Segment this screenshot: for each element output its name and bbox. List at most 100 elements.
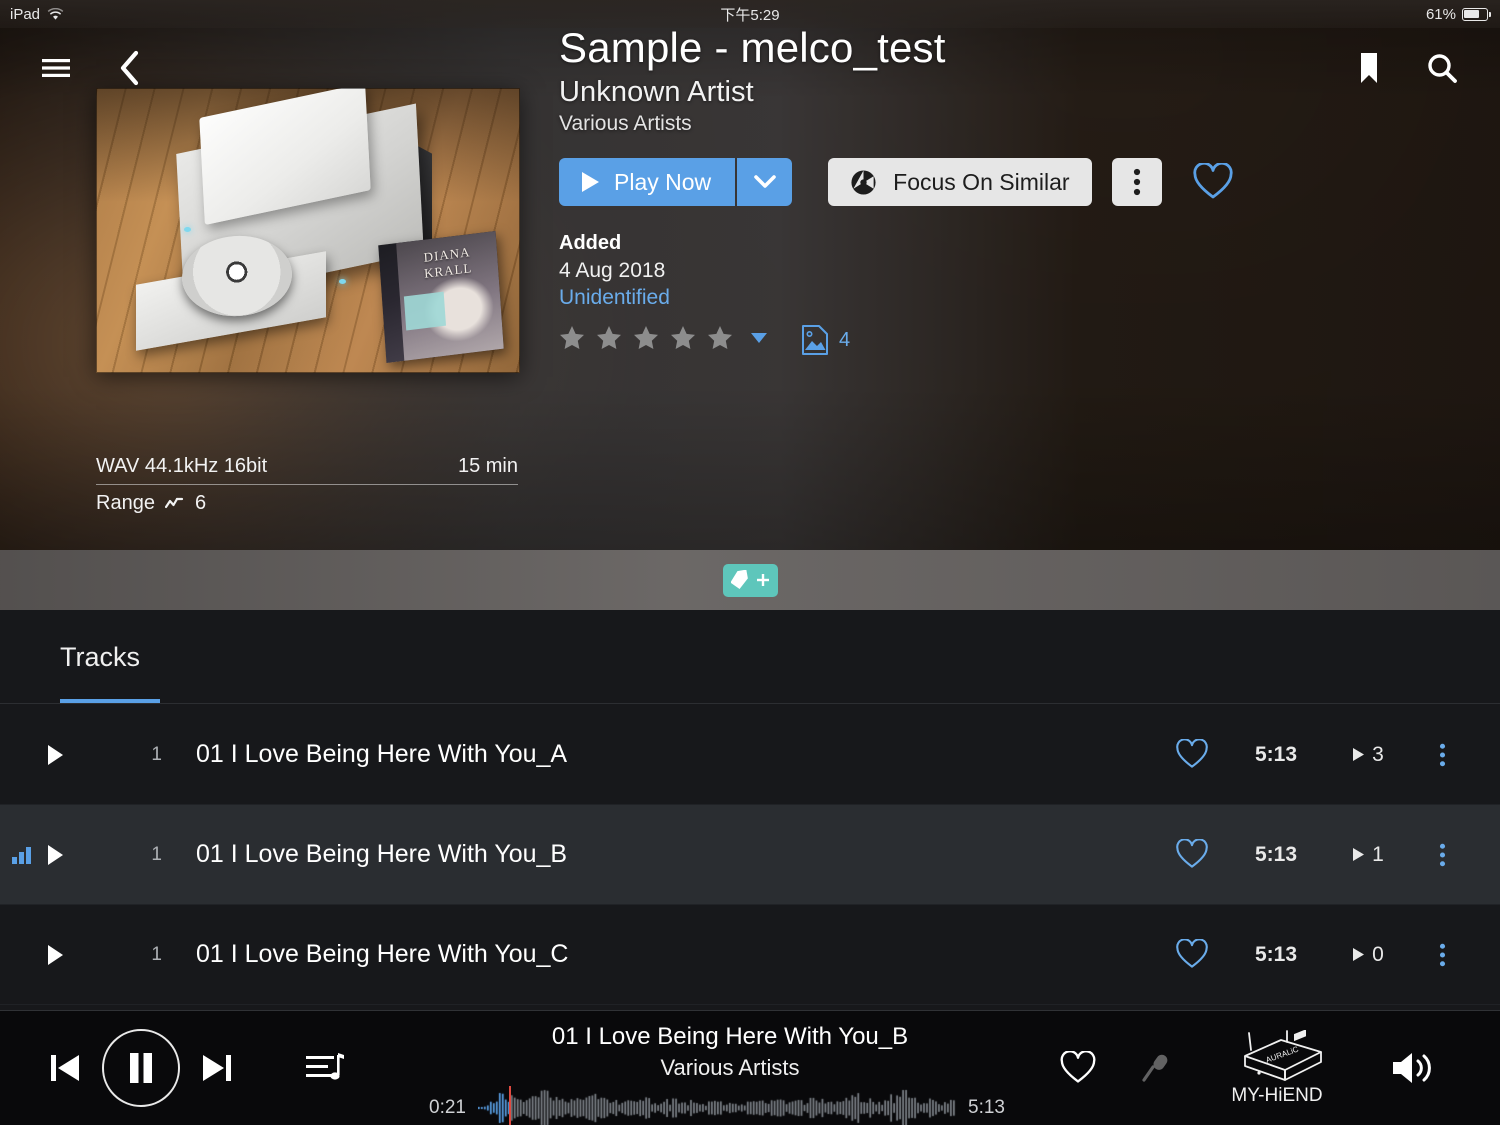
heart-outline-icon: [1176, 839, 1208, 868]
waveform-scrubber[interactable]: [478, 1086, 956, 1125]
album-cover-art[interactable]: DIANA KRALL: [96, 88, 520, 373]
output-device-button[interactable]: AURALiC MY-HiEND: [1192, 1029, 1362, 1107]
album-more-menu-button[interactable]: [1111, 158, 1162, 207]
track-play-count: 1: [1322, 843, 1414, 867]
row-play-icon[interactable]: [0, 744, 110, 766]
play-now-button[interactable]: Play Now: [559, 158, 736, 207]
triangle-down-icon[interactable]: [750, 331, 768, 349]
album-photos-button[interactable]: 4: [800, 324, 850, 356]
previous-track-button[interactable]: [34, 1051, 96, 1085]
focus-on-similar-label: Focus On Similar: [893, 168, 1070, 195]
track-favorite-button[interactable]: [1154, 839, 1230, 870]
now-playing-info: 01 I Love Being Here With You_B Various …: [420, 1023, 1040, 1125]
added-label: Added: [559, 232, 622, 255]
top-navigation-bar: [0, 28, 1500, 108]
plus-icon: [756, 574, 769, 586]
now-playing-title: 01 I Love Being Here With You_B: [551, 1023, 909, 1050]
top-nav-actions: [1358, 52, 1500, 84]
track-duration: 5:13: [1254, 942, 1298, 966]
heart-outline-icon: [1060, 1051, 1096, 1083]
identification-status-link[interactable]: Unidentified: [559, 286, 1319, 310]
track-title[interactable]: 01 I Love Being Here With You_C: [196, 940, 568, 969]
rating-star[interactable]: [559, 325, 585, 355]
table-row[interactable]: 1 01 I Love Being Here With You_A 5:13 3: [0, 705, 1500, 805]
hamburger-menu-icon[interactable]: [40, 53, 72, 83]
track-more-menu-button[interactable]: [1414, 741, 1470, 769]
vertical-dots-icon: [1439, 943, 1445, 966]
volume-button[interactable]: [1362, 1049, 1462, 1087]
track-more-menu-button[interactable]: [1414, 941, 1470, 969]
tab-tracks[interactable]: Tracks: [60, 610, 140, 705]
track-duration: 5:13: [1254, 742, 1298, 766]
album-favorite-button[interactable]: [1192, 163, 1234, 201]
format-row: WAV 44.1kHz 16bit 15 min: [96, 455, 518, 485]
audio-format-label: WAV 44.1kHz 16bit: [96, 455, 268, 477]
added-date: 4 Aug 2018: [559, 259, 666, 283]
waveform-canvas[interactable]: [478, 1088, 956, 1125]
rating-star[interactable]: [596, 325, 622, 355]
row-actions: 5:13 0: [1154, 939, 1500, 970]
microphone-icon[interactable]: [1118, 1051, 1192, 1085]
transport-controls: [0, 1029, 348, 1107]
track-title[interactable]: 01 I Love Being Here With You_B: [196, 840, 567, 869]
playhead-indicator[interactable]: [509, 1086, 512, 1125]
play-options-dropdown-button[interactable]: [737, 158, 793, 207]
track-play-count: 3: [1322, 743, 1414, 767]
track-play-count-value: 0: [1372, 942, 1384, 966]
range-row: Range 6: [96, 485, 518, 515]
play-now-label: Play Now: [614, 168, 712, 195]
album-metadata: Added 4 Aug 2018 Unidentified 4: [559, 232, 1319, 356]
track-favorite-button[interactable]: [1154, 939, 1230, 970]
album-rating[interactable]: 4: [559, 324, 1319, 356]
output-device-name: MY-HiEND: [1231, 1084, 1323, 1106]
album-album-artist[interactable]: Various Artists: [559, 112, 1319, 136]
next-track-button[interactable]: [186, 1051, 248, 1085]
now-playing-bar: 01 I Love Being Here With You_B Various …: [0, 1010, 1500, 1125]
vertical-dots-icon: [1439, 743, 1445, 766]
track-favorite-button[interactable]: [1154, 739, 1230, 770]
play-icon: [1353, 748, 1365, 761]
track-more-menu-button[interactable]: [1414, 841, 1470, 869]
dynamic-range-icon: [164, 497, 184, 508]
image-file-icon: [802, 325, 828, 356]
track-play-count-value: 1: [1372, 842, 1384, 866]
aperture-icon: [851, 170, 876, 195]
pause-button[interactable]: [102, 1029, 180, 1107]
roon-album-screen: iPad 下午5:29 61% DIANA KRALL Sample - mel…: [0, 0, 1500, 1125]
seek-bar[interactable]: 0:21 5:13: [420, 1086, 1040, 1125]
row-actions: 5:13 3: [1154, 739, 1500, 770]
tag-icon: [730, 570, 748, 590]
track-play-count: 0: [1322, 943, 1414, 967]
play-icon: [1353, 848, 1365, 861]
add-tag-button[interactable]: [722, 563, 778, 597]
now-playing-favorite-button[interactable]: [1038, 1051, 1118, 1085]
play-queue-icon: [306, 1053, 344, 1080]
back-chevron-icon[interactable]: [114, 50, 144, 86]
rating-star[interactable]: [633, 325, 659, 355]
heart-outline-icon: [1176, 939, 1208, 968]
rating-star[interactable]: [670, 325, 696, 355]
track-duration: 5:13: [1254, 842, 1298, 866]
table-row[interactable]: 1 01 I Love Being Here With You_B 5:13 1: [0, 805, 1500, 905]
album-duration-label: 15 min: [457, 455, 518, 477]
focus-on-similar-button[interactable]: Focus On Similar: [828, 158, 1092, 207]
tab-divider: [0, 703, 1500, 704]
play-queue-button[interactable]: [304, 1050, 348, 1086]
tracks-panel: Tracks 1 01 I Love Being Here With You_A…: [0, 610, 1500, 1010]
chevron-down-icon: [753, 175, 776, 189]
track-title[interactable]: 01 I Love Being Here With You_A: [196, 740, 567, 769]
skip-next-icon: [203, 1055, 231, 1081]
skip-previous-icon: [51, 1055, 79, 1081]
auralic-device-icon: AURALiC: [1244, 1029, 1322, 1081]
search-icon[interactable]: [1426, 52, 1458, 84]
table-row[interactable]: 1 01 I Love Being Here With You_C 5:13 0: [0, 905, 1500, 1005]
play-icon: [1353, 948, 1365, 961]
heart-outline-icon: [1192, 163, 1233, 199]
pause-icon: [130, 1053, 152, 1083]
row-play-icon[interactable]: [0, 944, 110, 966]
rating-star[interactable]: [707, 325, 733, 355]
now-playing-actions: AURALiC MY-HiEND: [1038, 1029, 1500, 1107]
vertical-dots-icon: [1439, 843, 1445, 866]
status-bar-clock: 下午5:29: [720, 6, 780, 24]
bookmark-icon[interactable]: [1358, 52, 1380, 84]
